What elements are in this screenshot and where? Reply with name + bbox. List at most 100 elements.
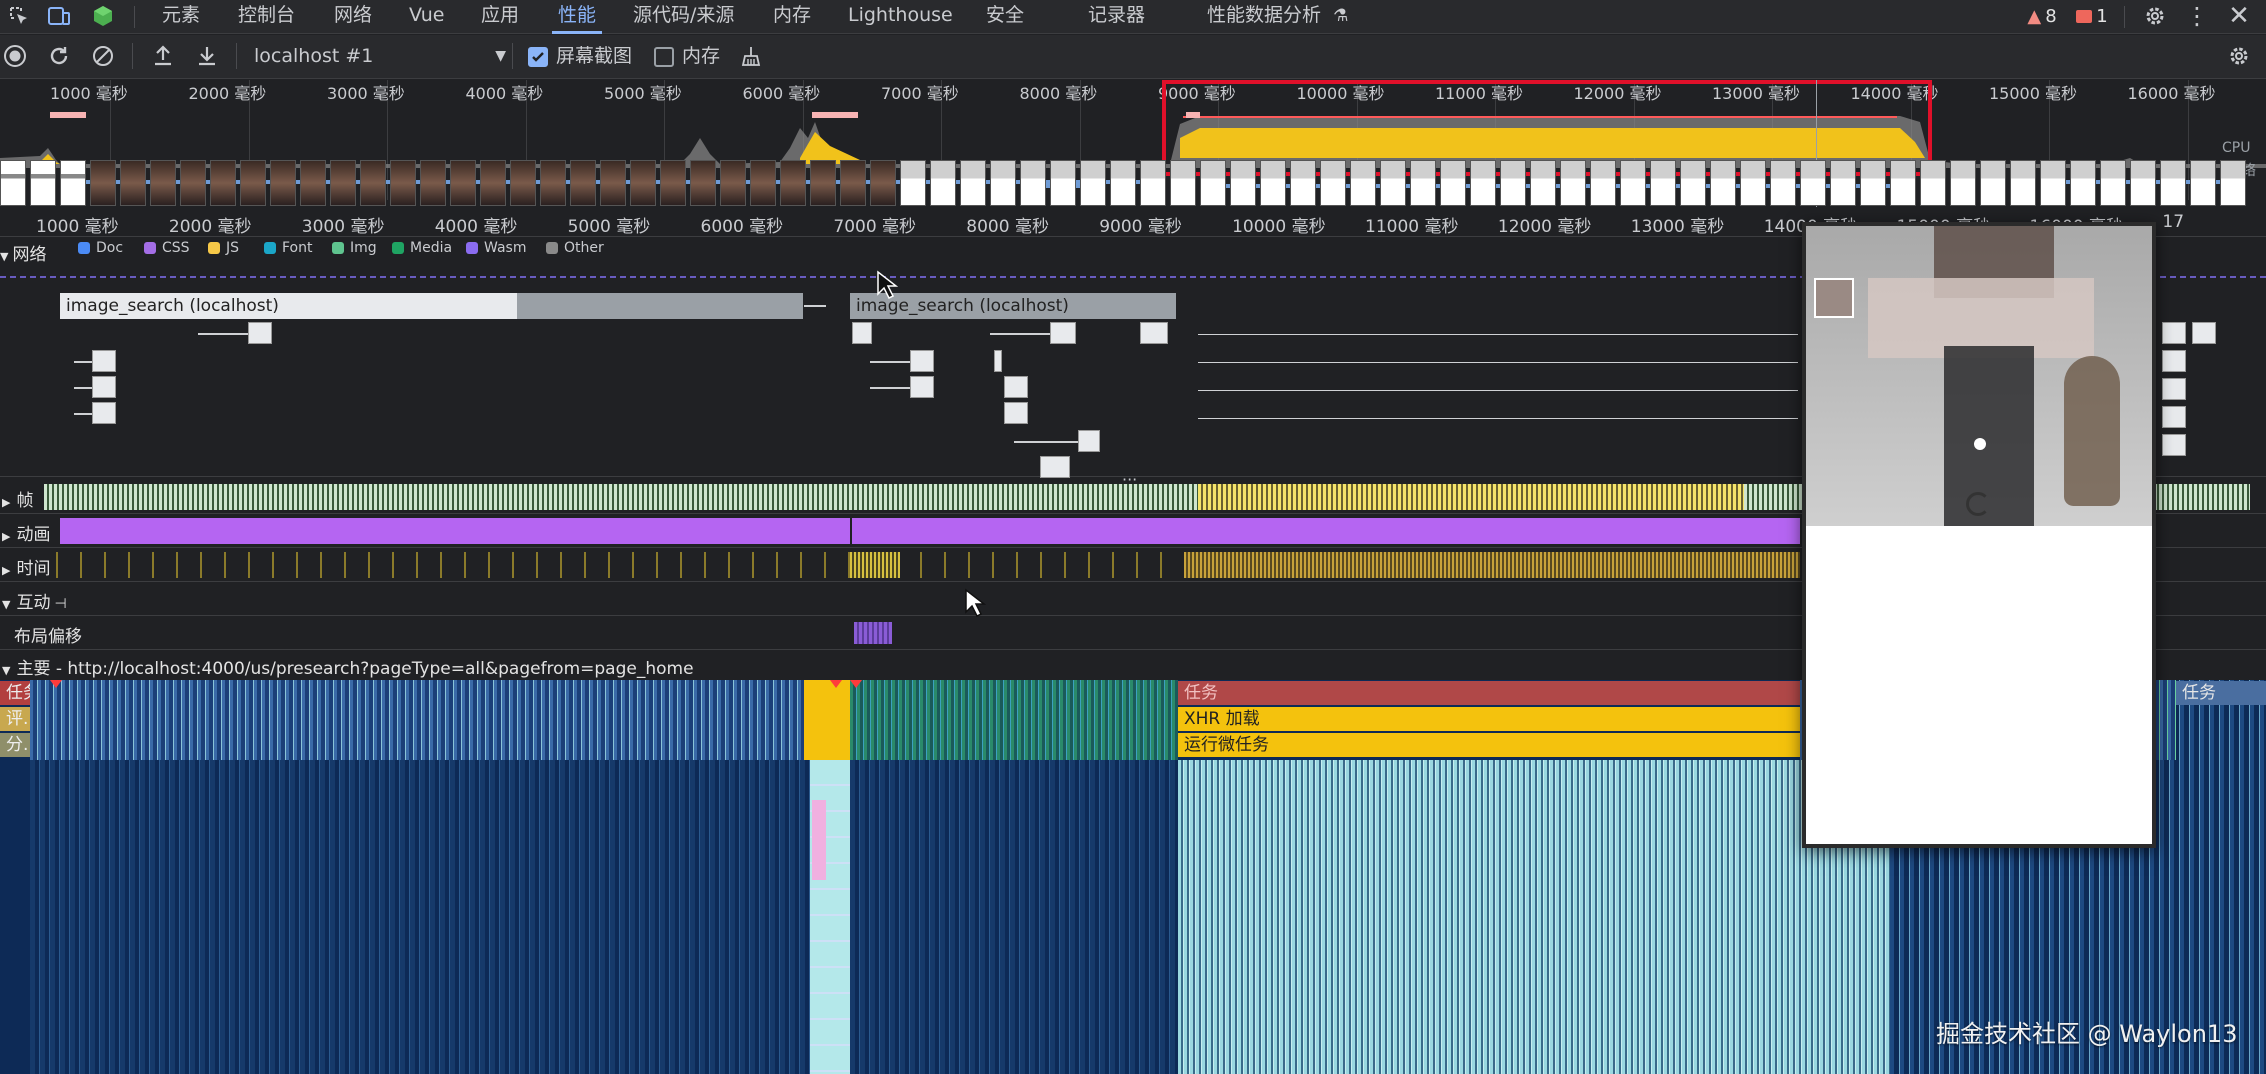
- request-block[interactable]: [852, 322, 872, 344]
- filmstrip-frame[interactable]: [600, 160, 626, 206]
- filmstrip-frame[interactable]: [1260, 160, 1286, 206]
- filmstrip-frame[interactable]: [1320, 160, 1346, 206]
- filmstrip-frame[interactable]: [1200, 160, 1226, 206]
- filmstrip-frame[interactable]: [510, 160, 536, 206]
- filmstrip-frame[interactable]: [750, 160, 776, 206]
- errors-counter[interactable]: 1: [2072, 0, 2112, 32]
- filmstrip-frame[interactable]: [870, 160, 896, 206]
- filmstrip-frame[interactable]: [1950, 160, 1976, 206]
- device-toolbar-icon[interactable]: [46, 0, 72, 32]
- request-block[interactable]: [2162, 434, 2186, 456]
- capture-settings-button[interactable]: [2224, 41, 2254, 71]
- filmstrip-frame[interactable]: [480, 160, 506, 206]
- flame-script-block[interactable]: [804, 680, 850, 760]
- save-profile-button[interactable]: [192, 41, 222, 71]
- filmstrip-frame[interactable]: [1020, 160, 1046, 206]
- filmstrip-frame[interactable]: [90, 160, 116, 206]
- tab-network[interactable]: 网络: [334, 0, 372, 34]
- filmstrip-frame[interactable]: [1740, 160, 1766, 206]
- request-bar[interactable]: image_search (localhost): [850, 293, 1176, 319]
- request-block[interactable]: [1040, 456, 1070, 478]
- tab-sources[interactable]: 源代码/来源: [633, 0, 734, 34]
- filmstrip-frame[interactable]: [960, 160, 986, 206]
- filmstrip-frame[interactable]: [2010, 160, 2036, 206]
- run-microtasks-block[interactable]: 运行微任务: [1178, 733, 1800, 757]
- filmstrip-frame[interactable]: [180, 160, 206, 206]
- filmstrip-frame[interactable]: [2130, 160, 2156, 206]
- request-block[interactable]: [1078, 430, 1100, 452]
- filmstrip-frame[interactable]: [2070, 160, 2096, 206]
- tab-memory[interactable]: 内存: [773, 0, 811, 34]
- tab-lighthouse[interactable]: Lighthouse: [848, 0, 953, 34]
- filmstrip-frame[interactable]: [0, 160, 26, 206]
- more-options-icon[interactable]: ⋮: [2184, 0, 2210, 32]
- filmstrip-frame[interactable]: [930, 160, 956, 206]
- layout-shift-marker[interactable]: [854, 622, 892, 644]
- filmstrip-frame[interactable]: [1590, 160, 1616, 206]
- filmstrip-frame[interactable]: [2040, 160, 2066, 206]
- target-select[interactable]: localhost #1 ▼: [254, 43, 506, 71]
- load-profile-button[interactable]: [148, 41, 178, 71]
- filmstrip-frame[interactable]: [1080, 160, 1106, 206]
- tab-security[interactable]: 安全: [986, 0, 1024, 34]
- filmstrip-frame[interactable]: [540, 160, 566, 206]
- xhr-load-block[interactable]: XHR 加载: [1178, 707, 1800, 731]
- warnings-counter[interactable]: ▲ 8: [2016, 0, 2068, 32]
- filmstrip-frame[interactable]: [240, 160, 266, 206]
- filmstrip-frame[interactable]: [1830, 160, 1856, 206]
- reload-record-button[interactable]: [44, 41, 74, 71]
- request-block[interactable]: [1140, 322, 1168, 344]
- tab-elements[interactable]: 元素: [162, 0, 200, 34]
- filmstrip-frame[interactable]: [840, 160, 866, 206]
- filmstrip-frame[interactable]: [1800, 160, 1826, 206]
- garbage-collect-button[interactable]: [736, 41, 766, 71]
- animation-bar[interactable]: [60, 518, 850, 544]
- request-block[interactable]: [994, 350, 1002, 372]
- filmstrip-frame[interactable]: [570, 160, 596, 206]
- filmstrip-frame[interactable]: [1860, 160, 1886, 206]
- filmstrip-frame[interactable]: [2220, 160, 2246, 206]
- request-block[interactable]: [1050, 322, 1076, 344]
- filmstrip-frame[interactable]: [1050, 160, 1076, 206]
- filmstrip-frame[interactable]: [1380, 160, 1406, 206]
- filmstrip-frame[interactable]: [2100, 160, 2126, 206]
- tab-vue[interactable]: Vue: [409, 0, 444, 34]
- close-devtools-icon[interactable]: ✕: [2224, 0, 2254, 32]
- filmstrip-frame[interactable]: [2160, 160, 2186, 206]
- request-block[interactable]: [1004, 376, 1028, 398]
- filmstrip-frame[interactable]: [990, 160, 1016, 206]
- filmstrip-frame[interactable]: [1770, 160, 1796, 206]
- clear-button[interactable]: [88, 41, 118, 71]
- filmstrip-frame[interactable]: [1290, 160, 1316, 206]
- request-bar[interactable]: image_search (localhost): [60, 293, 517, 319]
- filmstrip-frame[interactable]: [360, 160, 386, 206]
- filmstrip-frame[interactable]: [660, 160, 686, 206]
- interactions-track-header[interactable]: ▼ 互动 ⊣: [2, 588, 67, 613]
- filmstrip-frame[interactable]: [1440, 160, 1466, 206]
- animations-track-header[interactable]: ▶ 动画: [2, 520, 50, 545]
- network-track-header[interactable]: ▼ 网络: [0, 240, 46, 265]
- filmstrip-frame[interactable]: [780, 160, 806, 206]
- request-block[interactable]: [248, 322, 272, 344]
- screenshot-filmstrip[interactable]: [0, 160, 2266, 206]
- frames-track-header[interactable]: ▶ 帧: [2, 486, 33, 511]
- task-block[interactable]: 任务: [1178, 681, 1800, 705]
- filmstrip-frame[interactable]: [450, 160, 476, 206]
- filmstrip-frame[interactable]: [150, 160, 176, 206]
- filmstrip-frame[interactable]: [900, 160, 926, 206]
- filmstrip-frame[interactable]: [810, 160, 836, 206]
- filmstrip-frame[interactable]: [690, 160, 716, 206]
- request-block[interactable]: [2162, 350, 2186, 372]
- filmstrip-frame[interactable]: [60, 160, 86, 206]
- request-block[interactable]: [1004, 402, 1028, 424]
- filmstrip-frame[interactable]: [1650, 160, 1676, 206]
- vue-devtools-icon[interactable]: [90, 0, 116, 32]
- filmstrip-frame[interactable]: [1230, 160, 1256, 206]
- filmstrip-frame[interactable]: [210, 160, 236, 206]
- filmstrip-frame[interactable]: [1890, 160, 1916, 206]
- filmstrip-frame[interactable]: [120, 160, 146, 206]
- filmstrip-frame[interactable]: [1980, 160, 2006, 206]
- inspect-element-icon[interactable]: [6, 0, 32, 32]
- request-block[interactable]: [92, 350, 116, 372]
- filmstrip-frame[interactable]: [1350, 160, 1376, 206]
